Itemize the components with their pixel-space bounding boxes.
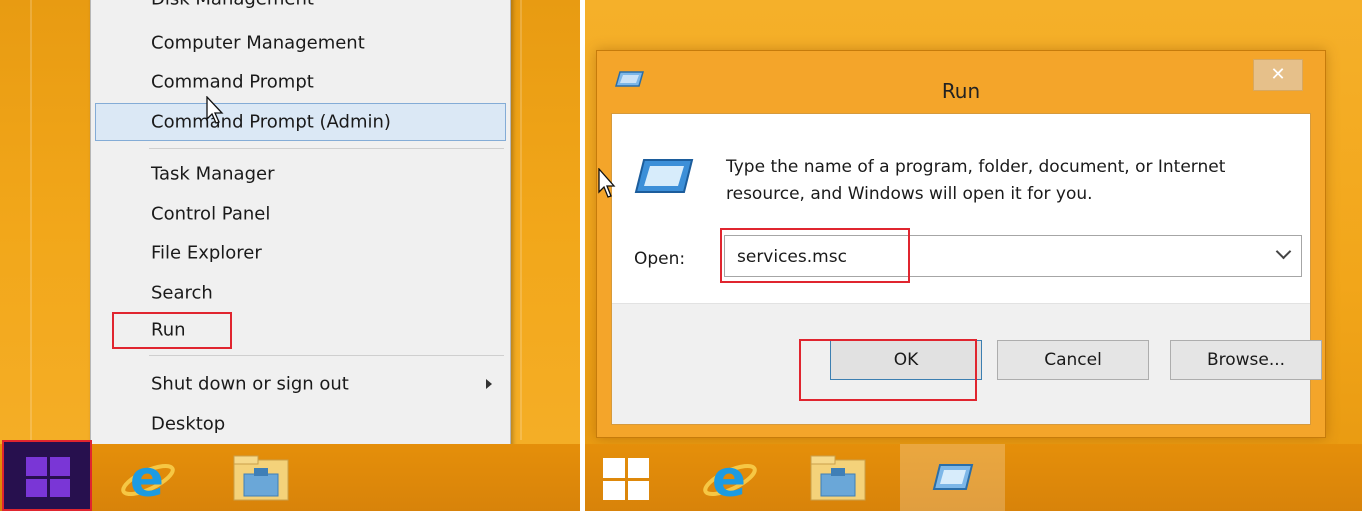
run-description: Type the name of a program, folder, docu… <box>726 157 1226 204</box>
run-app-icon <box>932 464 974 490</box>
menu-item-label: Run <box>151 319 186 341</box>
run-dialog-body: Type the name of a program, folder, docu… <box>611 113 1322 425</box>
menu-item-run[interactable]: Run <box>91 311 510 349</box>
mouse-pointer-icon <box>598 168 616 198</box>
menu-item-desktop[interactable]: Desktop <box>91 405 510 443</box>
internet-explorer-icon[interactable]: e <box>118 450 180 506</box>
menu-item-label: Shut down or sign out <box>151 373 349 395</box>
browse-button[interactable]: Browse... <box>1170 340 1322 380</box>
open-combobox[interactable] <box>724 235 1302 277</box>
svg-text:e: e <box>130 450 164 506</box>
menu-item-file-explorer[interactable]: File Explorer <box>91 234 510 272</box>
left-screenshot: Disk Management Computer Management Comm… <box>0 0 580 511</box>
internet-explorer-icon[interactable]: e <box>700 450 762 506</box>
menu-item-label: Task Manager <box>151 163 275 185</box>
desktop-tile-edge <box>30 0 32 440</box>
menu-separator <box>149 355 504 356</box>
run-dialog-footer: OK Cancel Browse... <box>612 303 1322 424</box>
file-explorer-icon[interactable] <box>807 450 869 506</box>
menu-item-label: Control Panel <box>151 203 271 225</box>
taskbar: e <box>585 444 1362 511</box>
desktop-tile-edge <box>520 0 522 440</box>
menu-item-computer-management[interactable]: Computer Management <box>91 24 510 62</box>
windows-start-icon[interactable] <box>603 458 649 500</box>
menu-item-shut-down-or-sign-out[interactable]: Shut down or sign out <box>91 365 510 403</box>
mouse-pointer-icon <box>206 96 224 124</box>
menu-item-command-prompt[interactable]: Command Prompt <box>91 63 510 101</box>
windows-start-icon <box>26 457 70 497</box>
submenu-arrow-icon <box>486 379 492 389</box>
cancel-button[interactable]: Cancel <box>997 340 1149 380</box>
menu-item-search[interactable]: Search <box>91 274 510 312</box>
menu-item-command-prompt-admin[interactable]: Command Prompt (Admin) <box>95 103 506 141</box>
file-explorer-icon[interactable] <box>230 450 292 506</box>
open-input[interactable] <box>735 242 1259 272</box>
menu-item-label: Desktop <box>151 413 226 435</box>
menu-item-label: Command Prompt <box>151 71 314 93</box>
svg-text:e: e <box>712 450 746 506</box>
menu-item-control-panel[interactable]: Control Panel <box>91 195 510 233</box>
winx-power-menu: Disk Management Computer Management Comm… <box>90 0 511 448</box>
menu-item-disk-management[interactable]: Disk Management <box>91 0 510 13</box>
run-program-icon <box>634 159 694 193</box>
menu-item-label: Search <box>151 282 213 304</box>
taskbar: e <box>0 440 580 511</box>
ok-button[interactable]: OK <box>830 340 982 380</box>
menu-separator <box>149 148 504 149</box>
menu-item-label: File Explorer <box>151 242 262 264</box>
open-label: Open: <box>634 249 686 269</box>
taskbar-item-run[interactable] <box>900 444 1005 511</box>
chevron-down-icon[interactable] <box>1275 243 1292 260</box>
menu-item-label: Command Prompt (Admin) <box>151 111 391 133</box>
start-button[interactable] <box>2 440 92 511</box>
run-dialog: Run ✕ Type the name of a program, folder… <box>596 50 1326 438</box>
run-dialog-title: Run <box>941 79 981 103</box>
menu-item-task-manager[interactable]: Task Manager <box>91 155 510 193</box>
menu-item-label: Computer Management <box>151 32 365 54</box>
close-button[interactable]: ✕ <box>1253 59 1303 91</box>
menu-item-label: Disk Management <box>151 0 314 10</box>
